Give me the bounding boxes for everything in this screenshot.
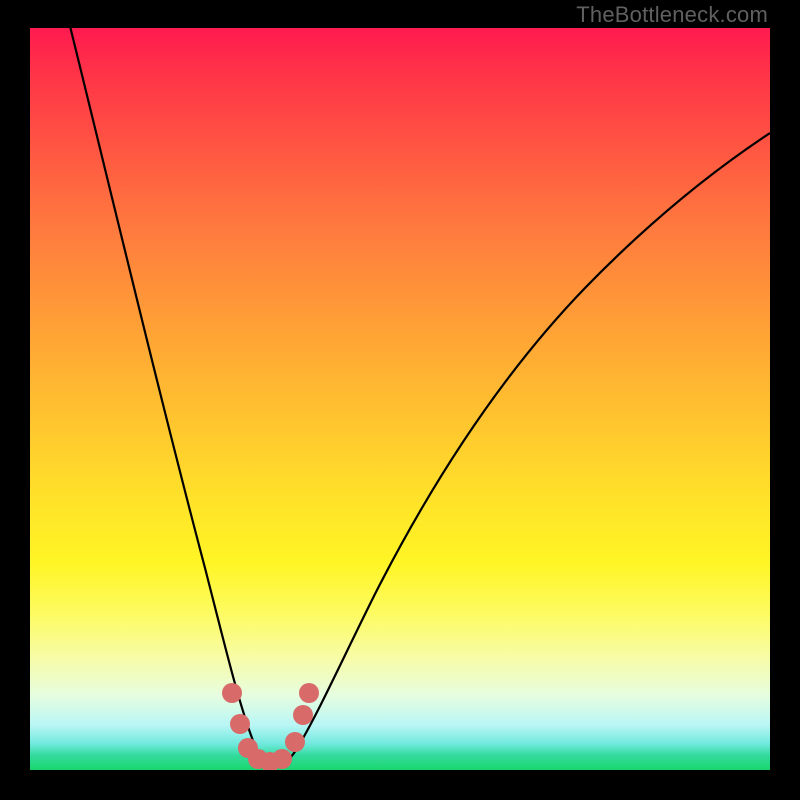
chart-frame: TheBottleneck.com <box>0 0 800 800</box>
curve-markers <box>222 683 319 770</box>
curve-right-branch <box>272 133 770 766</box>
watermark-text: TheBottleneck.com <box>576 2 768 28</box>
curve-left-branch <box>68 28 272 766</box>
bottleneck-curve <box>30 28 770 770</box>
chart-plot-area <box>30 28 770 770</box>
